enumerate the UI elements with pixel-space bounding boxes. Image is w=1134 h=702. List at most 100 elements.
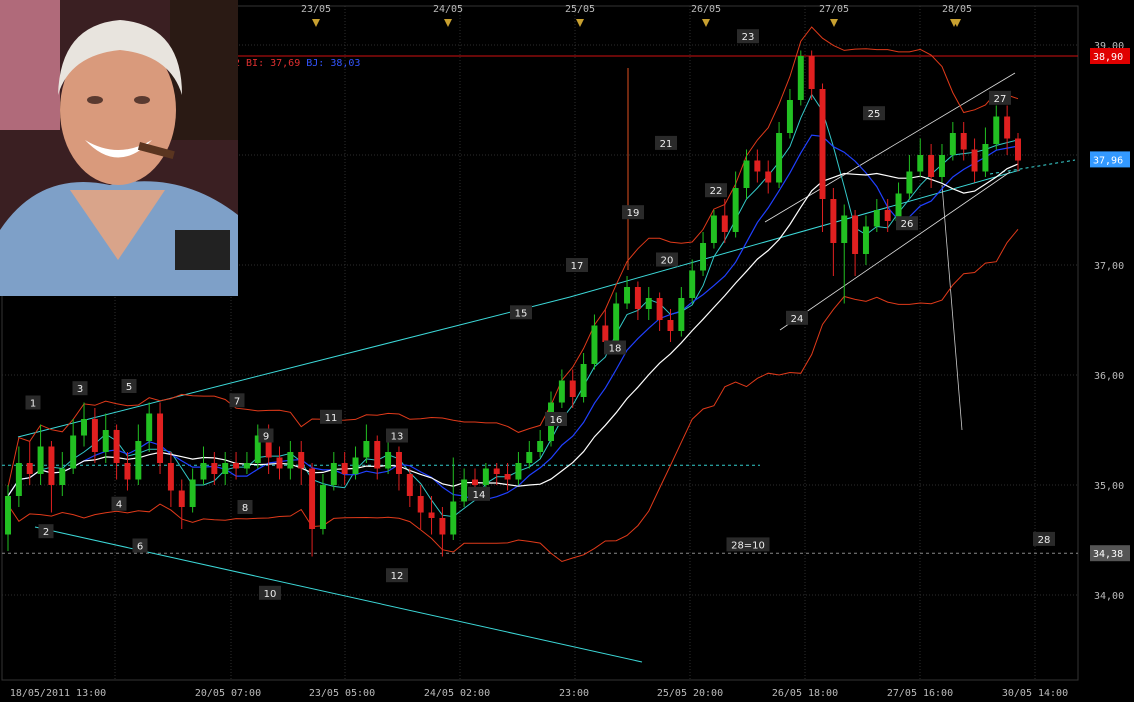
candle [135, 424, 142, 485]
candle [732, 171, 739, 238]
wave-label-text: 27 [994, 94, 1007, 105]
candle-body [482, 468, 489, 485]
candle [428, 496, 435, 535]
wave-label-text: 24 [791, 314, 804, 325]
candle-body [678, 298, 685, 331]
candle-body [515, 463, 522, 480]
lower-trendline [34, 526, 643, 663]
candle-body [602, 325, 609, 342]
candle-body [819, 89, 826, 199]
wave-label-text: 1 [30, 399, 36, 410]
wave-label: 25 [863, 106, 885, 121]
x-tick-label: 23/05 05:00 [309, 688, 375, 699]
top-date-label: 25/05 [565, 4, 595, 15]
candle-body [938, 155, 945, 177]
wave-label-text: 14 [473, 490, 486, 501]
wave-label: 6 [132, 538, 148, 553]
candle [786, 89, 793, 139]
candle-body [949, 133, 956, 155]
wave-label-text: 15 [515, 308, 528, 319]
candle-body [613, 303, 620, 342]
candle-body [928, 155, 935, 177]
candle-body [971, 149, 978, 172]
wave-label: 3 [72, 381, 88, 396]
candle-body [917, 155, 924, 172]
price-tag-text: 37,96 [1093, 155, 1123, 166]
candle [678, 287, 685, 337]
wave-label: 13 [386, 428, 408, 443]
candle-body [624, 287, 631, 304]
wave-label: 23 [737, 29, 759, 44]
wave-label-text: 6 [137, 542, 143, 553]
y-tick-label: 35,00 [1094, 481, 1124, 492]
candle-body [634, 287, 641, 309]
candle [743, 149, 750, 199]
wave-label: 15 [510, 305, 532, 320]
candle [276, 446, 283, 480]
candle-body [537, 441, 544, 452]
top-date-label: 28/05 [942, 4, 972, 15]
price-tag-text: 34,38 [1093, 549, 1123, 560]
candle-body [558, 380, 565, 403]
candle [15, 446, 22, 507]
candle [461, 468, 468, 507]
price-tag: 38,90 [1090, 48, 1130, 64]
candle-body [797, 56, 804, 100]
candle [211, 452, 218, 485]
candle-body [319, 485, 326, 529]
candle [819, 83, 826, 232]
candle [5, 485, 11, 551]
candle-body [276, 457, 283, 469]
wave-label: 16 [545, 412, 567, 426]
candle [450, 457, 457, 540]
candle [330, 452, 337, 491]
candle [613, 292, 620, 348]
x-tick-label: 30/05 14:00 [1002, 688, 1068, 699]
wave-label-text: 11 [325, 413, 338, 424]
candle-body [884, 210, 891, 221]
candle [406, 468, 413, 507]
candle [971, 138, 978, 183]
wave-label: 19 [622, 205, 644, 220]
wave-label-text: 26 [901, 219, 914, 230]
candle-body [124, 463, 131, 480]
candle-body [417, 496, 424, 513]
candle-body [352, 457, 359, 474]
candle-body [656, 298, 663, 320]
candle [146, 402, 153, 452]
wave-label-text: 10 [264, 589, 277, 600]
candle [689, 259, 696, 304]
candle [841, 204, 848, 304]
portrait-photo [0, 0, 238, 296]
candle [37, 424, 44, 485]
candle-body [102, 430, 109, 452]
candle-body [689, 270, 696, 298]
candle [917, 138, 924, 177]
candle [81, 402, 88, 447]
top-date-label: 26/05 [691, 4, 721, 15]
candle [928, 144, 935, 188]
candle-body [211, 463, 218, 474]
candle [363, 424, 370, 463]
candle-body [113, 430, 120, 463]
candle-body [309, 468, 316, 529]
wave-label: 12 [386, 568, 408, 583]
candle-body [667, 320, 674, 331]
x-tick-label: 23:00 [559, 688, 589, 699]
candle-body [385, 452, 392, 469]
candle [797, 50, 804, 106]
candle [938, 144, 945, 183]
wave-label-text: 12 [391, 571, 404, 582]
date-marker [312, 19, 320, 27]
date-marker [444, 19, 452, 27]
candle-body [439, 518, 446, 535]
candle [515, 452, 522, 485]
candle [580, 353, 587, 403]
candle [634, 281, 641, 320]
top-date-label: 27/05 [819, 4, 849, 15]
candle [48, 441, 55, 513]
candle-body [493, 468, 500, 474]
candle [830, 188, 837, 276]
candle-body [960, 133, 967, 150]
candle-body [982, 144, 989, 172]
